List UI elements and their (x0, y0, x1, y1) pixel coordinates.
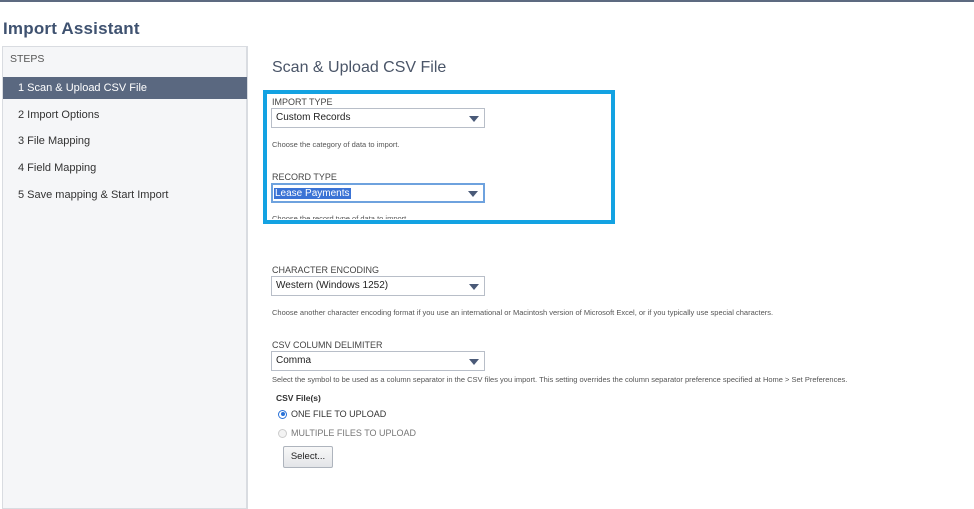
csv-delimiter-label: CSV COLUMN DELIMITER (272, 340, 383, 350)
csv-delimiter-help: Select the symbol to be used as a column… (272, 375, 848, 384)
character-encoding-help: Choose another character encoding format… (272, 308, 774, 317)
chevron-down-icon (468, 191, 478, 197)
record-type-select[interactable]: Lease Payments (271, 183, 485, 203)
csv-delimiter-select[interactable]: Comma (271, 351, 485, 371)
import-type-help: Choose the category of data to import. (272, 140, 400, 149)
csv-delimiter-value: Comma (276, 355, 312, 366)
step-field-mapping[interactable]: 4 Field Mapping (3, 157, 247, 179)
character-encoding-label: CHARACTER ENCODING (272, 265, 380, 275)
record-type-label: RECORD TYPE (272, 172, 337, 182)
chevron-down-icon (469, 359, 479, 365)
step-import-options[interactable]: 2 Import Options (3, 104, 247, 126)
one-file-label: ONE FILE TO UPLOAD (291, 409, 387, 419)
multiple-files-radio[interactable] (278, 428, 287, 438)
multiple-files-option[interactable]: MULTIPLE FILES TO UPLOAD (278, 428, 416, 438)
section-title: Scan & Upload CSV File (272, 59, 447, 76)
page-title: Import Assistant (3, 19, 140, 38)
select-file-button[interactable]: Select... (283, 446, 333, 468)
one-file-option[interactable]: ONE FILE TO UPLOAD (278, 409, 386, 419)
import-type-select[interactable]: Custom Records (271, 108, 485, 128)
step-file-mapping[interactable]: 3 File Mapping (3, 130, 247, 152)
multiple-files-label: MULTIPLE FILES TO UPLOAD (291, 428, 417, 438)
import-type-value: Custom Records (276, 112, 351, 123)
chevron-down-icon (469, 284, 479, 290)
chevron-down-icon (469, 116, 479, 122)
top-border (0, 0, 974, 2)
step-scan-upload[interactable]: 1 Scan & Upload CSV File (3, 77, 247, 99)
steps-sidebar: STEPS 1 Scan & Upload CSV File 2 Import … (2, 46, 247, 509)
steps-heading: STEPS (10, 53, 45, 65)
record-type-value: Lease Payments (274, 188, 351, 199)
import-type-label: IMPORT TYPE (272, 97, 333, 107)
character-encoding-select[interactable]: Western (Windows 1252) (271, 276, 485, 296)
one-file-radio[interactable] (278, 409, 287, 419)
record-type-help: Choose the record type of data to import… (272, 214, 409, 223)
csv-files-label: CSV File(s) (276, 393, 321, 403)
character-encoding-value: Western (Windows 1252) (276, 280, 389, 291)
sidebar-divider (247, 46, 248, 509)
step-save-mapping[interactable]: 5 Save mapping & Start Import (3, 184, 247, 206)
